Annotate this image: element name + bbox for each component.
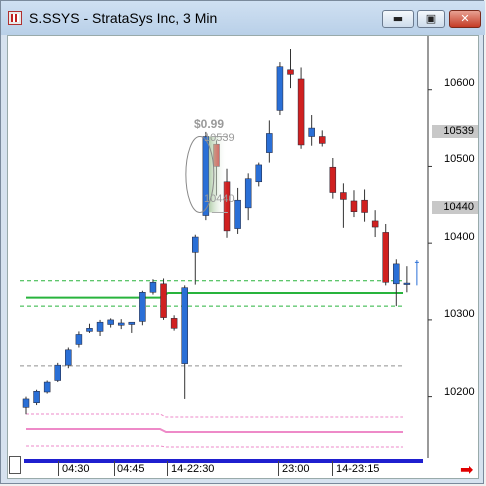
high-annotation: 10539 [204,132,235,144]
x-axis-divider [114,461,115,476]
candle-body [43,381,51,393]
price-chart[interactable] [8,36,478,478]
x-axis-divider [332,461,333,476]
reference-line-main [26,292,403,299]
x-axis-label: 14-22:30 [171,463,215,475]
candle-body [382,232,389,283]
candle-body [255,164,263,183]
y-axis-label: 10300 [444,308,475,320]
candle-body [160,283,167,318]
x-axis-divider [278,461,279,476]
current-price-tag: 10539 [432,125,478,138]
candle-body [361,199,368,213]
candle-body [65,349,72,366]
candle-body [75,334,83,345]
candle-body [96,321,104,332]
reference-line-pink [26,445,403,448]
candle-body [33,390,40,404]
y-axis-label: 10600 [444,77,475,89]
low-price-tag: 10440 [432,201,478,214]
candle-body [287,69,294,75]
candle-body [318,136,326,144]
candle-body [297,78,305,146]
maximize-button[interactable]: ▣ [417,10,445,28]
chart-window: S.SSYS - StrataSys Inc, 3 Min ▬ ▣ ✕ 1060… [0,0,485,484]
candle-body [403,282,411,285]
candle-body [266,133,273,153]
y-axis-label: 10200 [444,386,475,398]
candle-body [181,287,188,364]
candle-body [128,321,136,325]
minimize-button[interactable]: ▬ [382,10,414,28]
reference-line-pink [26,413,403,418]
scroll-right-arrow-icon[interactable]: ➡ [460,460,473,479]
chart-area[interactable]: 10600 10500 10400 10300 10200 10539 1044… [7,35,479,479]
x-axis-divider [58,461,59,476]
candle-body [234,199,241,229]
change-annotation: $0.99 [194,117,225,131]
candle-body [350,200,358,212]
x-axis-label: 23:00 [282,463,310,475]
candle-body [22,398,30,408]
candle-body [192,236,199,253]
low-annotation: 10440 [204,193,235,205]
candle-body [149,282,157,293]
candle-body [393,263,400,285]
candle-body [340,192,347,200]
candle-body [371,220,379,228]
candle-body [244,178,252,209]
candle-body [117,322,125,326]
candle-body [276,66,284,111]
candle-body [107,319,114,325]
x-axis-label: 04:30 [62,463,90,475]
candle-body [329,166,337,193]
title-bar[interactable]: S.SSYS - StrataSys Inc, 3 Min ▬ ▣ ✕ [1,1,485,35]
candle-body [139,292,146,322]
x-axis-divider [167,461,168,476]
candle-body [86,328,93,332]
candle-body [308,127,315,137]
close-button[interactable]: ✕ [449,10,481,28]
reference-line-pink [26,428,403,433]
y-axis-label: 10400 [444,231,475,243]
candle-body [54,364,61,381]
x-axis-label: 14-23:15 [336,463,380,475]
window-title: S.SSYS - StrataSys Inc, 3 Min [29,10,218,26]
y-axis-label: 10500 [444,153,475,165]
app-icon[interactable] [8,11,22,25]
x-axis-label: 04:45 [117,463,145,475]
scroll-handle[interactable] [9,456,21,474]
candle-body [170,318,178,329]
